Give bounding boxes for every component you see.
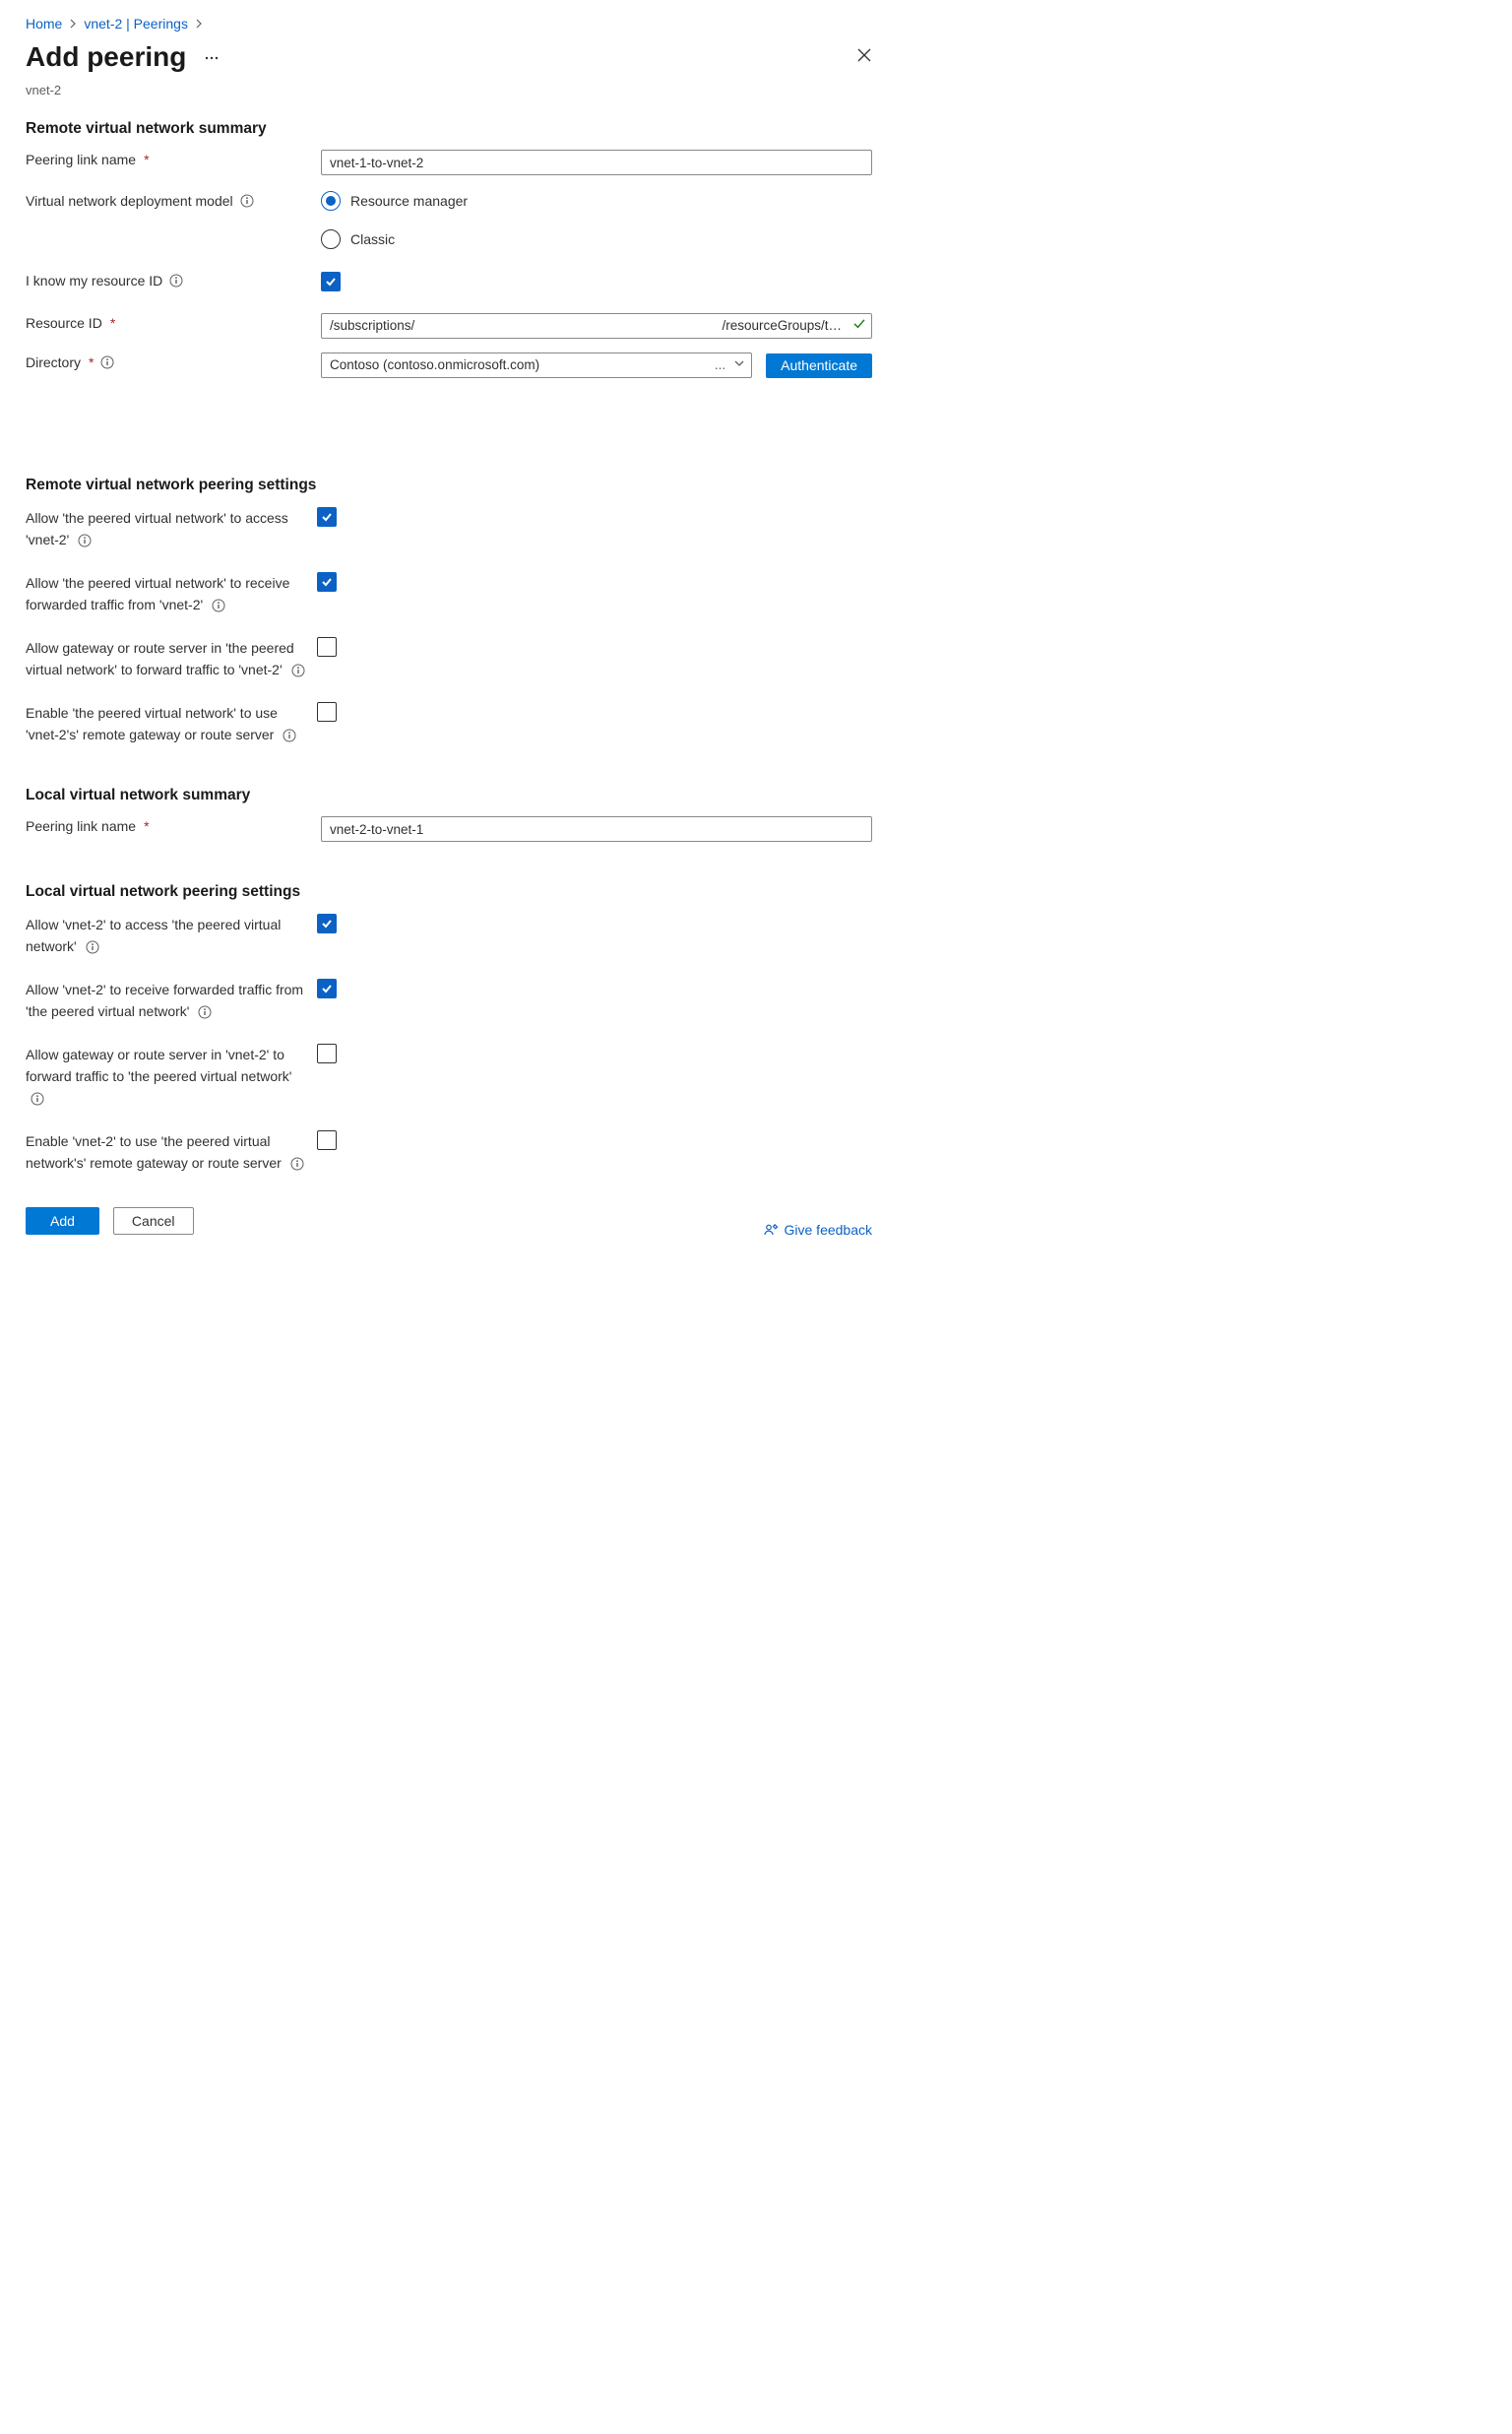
local-allow-forwarded-label: Allow 'vnet-2' to receive forwarded traf… <box>26 982 303 1019</box>
remote-peering-link-name-label: Peering link name <box>26 150 136 169</box>
info-icon[interactable] <box>282 728 297 743</box>
section-remote-summary-title: Remote virtual network summary <box>26 118 872 140</box>
local-allow-access-checkbox[interactable] <box>317 914 337 933</box>
chevron-right-icon <box>68 19 78 29</box>
give-feedback-label: Give feedback <box>785 1220 873 1240</box>
breadcrumb-vnet-peerings[interactable]: vnet-2 | Peerings <box>84 14 188 33</box>
info-icon[interactable] <box>30 1091 45 1107</box>
check-icon <box>852 316 866 336</box>
resource-id-prefix: /subscriptions/ <box>330 316 414 336</box>
section-local-summary-title: Local virtual network summary <box>26 785 872 806</box>
directory-select[interactable]: Contoso (contoso.onmicrosoft.com) ... <box>321 352 752 378</box>
local-use-remote-gateway-label: Enable 'vnet-2' to use 'the peered virtu… <box>26 1133 282 1171</box>
chevron-right-icon <box>194 19 204 29</box>
local-allow-gateway-label: Allow gateway or route server in 'vnet-2… <box>26 1047 291 1084</box>
local-peering-link-name-label: Peering link name <box>26 816 136 836</box>
directory-label: Directory <box>26 352 81 372</box>
breadcrumb: Home vnet-2 | Peerings <box>26 14 872 33</box>
ellipsis-icon: ... <box>715 355 725 375</box>
local-use-remote-gateway-checkbox[interactable] <box>317 1130 337 1150</box>
remote-allow-access-checkbox[interactable] <box>317 507 337 527</box>
section-remote-settings-title: Remote virtual network peering settings <box>26 475 872 496</box>
info-icon[interactable] <box>168 273 184 288</box>
info-icon[interactable] <box>99 354 115 370</box>
info-icon[interactable] <box>77 533 93 548</box>
more-actions-button[interactable] <box>200 46 223 70</box>
resource-id-input[interactable]: /subscriptions/ /resourceGroups/t… <box>321 313 872 339</box>
breadcrumb-home[interactable]: Home <box>26 14 62 33</box>
info-icon[interactable] <box>211 598 226 613</box>
required-indicator: * <box>89 352 94 372</box>
remote-allow-gateway-checkbox[interactable] <box>317 637 337 657</box>
required-indicator: * <box>144 816 149 836</box>
radio-resource-manager[interactable]: Resource manager <box>321 191 872 211</box>
local-allow-forwarded-checkbox[interactable] <box>317 979 337 998</box>
cancel-button[interactable]: Cancel <box>113 1207 194 1235</box>
remote-allow-gateway-label: Allow gateway or route server in 'the pe… <box>26 640 294 677</box>
directory-select-value: Contoso (contoso.onmicrosoft.com) <box>330 355 709 375</box>
info-icon[interactable] <box>197 1004 213 1020</box>
chevron-down-icon <box>733 355 745 375</box>
authenticate-button[interactable]: Authenticate <box>766 353 872 378</box>
remote-allow-forwarded-checkbox[interactable] <box>317 572 337 592</box>
know-resource-id-checkbox[interactable] <box>321 272 341 291</box>
resource-id-suffix: /resourceGroups/t… <box>722 316 842 336</box>
radio-resource-manager-label: Resource manager <box>350 191 468 211</box>
info-icon[interactable] <box>85 939 100 955</box>
info-icon[interactable] <box>239 193 255 209</box>
remote-allow-forwarded-label: Allow 'the peered virtual network' to re… <box>26 575 289 612</box>
local-allow-gateway-checkbox[interactable] <box>317 1044 337 1063</box>
info-icon[interactable] <box>290 663 306 678</box>
deployment-model-label: Virtual network deployment model <box>26 191 233 211</box>
close-button[interactable] <box>856 47 872 63</box>
page-subtitle: vnet-2 <box>26 82 872 100</box>
remote-use-remote-gateway-label: Enable 'the peered virtual network' to u… <box>26 705 278 742</box>
remote-allow-access-label: Allow 'the peered virtual network' to ac… <box>26 510 288 547</box>
resource-id-label: Resource ID <box>26 313 102 333</box>
feedback-icon <box>763 1222 779 1238</box>
add-button[interactable]: Add <box>26 1207 99 1235</box>
know-resource-id-label: I know my resource ID <box>26 271 162 290</box>
required-indicator: * <box>144 150 149 169</box>
section-local-settings-title: Local virtual network peering settings <box>26 881 872 903</box>
remote-use-remote-gateway-checkbox[interactable] <box>317 702 337 722</box>
radio-classic-label: Classic <box>350 229 395 249</box>
info-icon[interactable] <box>289 1156 305 1172</box>
radio-classic[interactable]: Classic <box>321 229 872 249</box>
local-allow-access-label: Allow 'vnet-2' to access 'the peered vir… <box>26 917 281 954</box>
give-feedback-link[interactable]: Give feedback <box>763 1220 873 1240</box>
required-indicator: * <box>110 313 115 333</box>
page-title: Add peering <box>26 37 186 78</box>
remote-peering-link-name-input[interactable] <box>321 150 872 175</box>
local-peering-link-name-input[interactable] <box>321 816 872 842</box>
